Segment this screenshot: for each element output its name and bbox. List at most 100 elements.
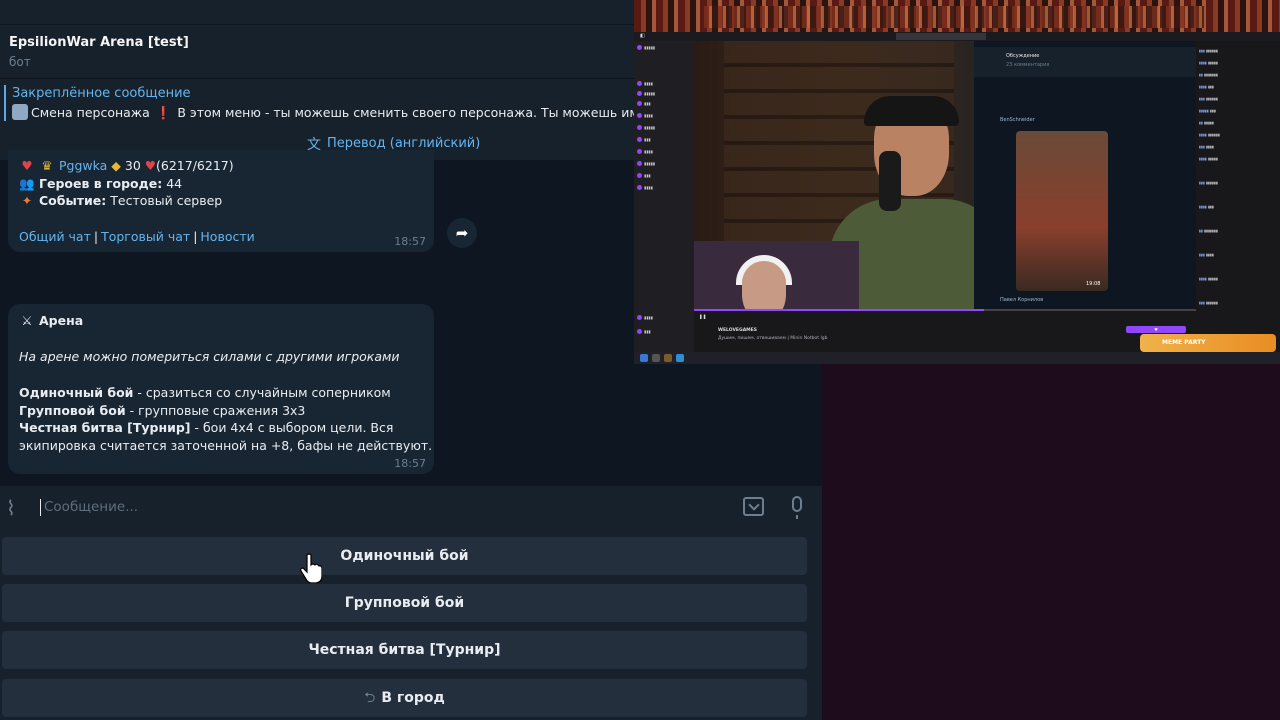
- event-line: ✦ Событие: Тестовый сервер: [19, 193, 222, 208]
- group-label: Групповой бой: [19, 403, 126, 418]
- sidebar-item[interactable]: ▮▮▮▮▮: [637, 161, 691, 168]
- group-line: Групповой бой - групповые сражения 3х3: [19, 403, 305, 418]
- chat-line: ▮▮▮▮ ▮▮▮▮▮: [1199, 61, 1218, 65]
- chat-subtitle: бот: [9, 55, 31, 69]
- followed-channels: ▮▮▮▮▮ ▮▮▮▮ ▮▮▮▮▮ ▮▮▮ ▮▮▮▮ ▮▮▮▮▮ ▮▮▮ ▮▮▮▮…: [634, 41, 694, 352]
- single-desc: - сразиться со случайным соперником: [133, 385, 391, 400]
- hp-heart-icon: ♥: [144, 158, 157, 173]
- people-icon: 👥: [19, 176, 35, 191]
- chat-line: ▮▮ ▮▮▮▮▮▮▮: [1199, 73, 1218, 77]
- sidebar-item[interactable]: ▮▮▮▮: [637, 113, 691, 120]
- message-arena: ⚔ Арена На арене можно помериться силами …: [8, 304, 434, 474]
- message-input[interactable]: Сообщение...: [44, 499, 138, 515]
- twitch-icon: ◧: [640, 33, 645, 39]
- taskbar: [634, 352, 1280, 364]
- taskbar-icon[interactable]: [664, 354, 672, 362]
- stream-video[interactable]: Обсуждение 23 комментария BenSchneider 1…: [694, 41, 1196, 309]
- stream-search[interactable]: [896, 33, 986, 40]
- translate-label[interactable]: 文 Перевод (английский): [307, 136, 481, 153]
- fair-battle-button[interactable]: Честная битва [Турнир]: [2, 631, 807, 669]
- sidebar-item[interactable]: ▮▮▮▮▮: [637, 91, 691, 98]
- event-label: Событие:: [39, 193, 107, 208]
- message-time: 18:57: [394, 457, 426, 470]
- sidebar-item[interactable]: ▮▮▮: [637, 329, 691, 336]
- taskbar-icon[interactable]: [676, 354, 684, 362]
- chat-line: ▮▮▮▮▮ ▮▮▮: [1199, 109, 1216, 113]
- chat-line: ▮▮▮▮ ▮▮▮▮▮▮: [1199, 133, 1220, 137]
- arena-title: Арена: [39, 313, 84, 328]
- phone-video-time: 19:08: [1086, 281, 1101, 287]
- sidebar-item[interactable]: ▮▮▮▮: [637, 315, 691, 322]
- single-label: Одиночный бой: [19, 385, 134, 400]
- single-battle-button[interactable]: Одиночный бой: [2, 537, 807, 575]
- translate-text: Перевод (английский): [327, 136, 481, 151]
- pinned-indicator: [4, 85, 6, 121]
- phone-photo: [1016, 131, 1108, 291]
- heroes-line: 👥 Героев в городе: 44: [19, 176, 182, 192]
- chat-line: ▮▮▮ ▮▮▮▮: [1199, 145, 1214, 149]
- microphone-icon[interactable]: [792, 496, 802, 519]
- general-chat-link[interactable]: Общий чат: [19, 229, 91, 244]
- taskbar-icon[interactable]: [652, 354, 660, 362]
- to-city-label: В город: [381, 690, 445, 706]
- hand-cursor-icon: [300, 553, 322, 583]
- sidebar-item[interactable]: ▮▮▮▮: [637, 81, 691, 88]
- heroes-label: Героев в городе:: [39, 176, 163, 191]
- heart-icon: ♥: [21, 158, 33, 173]
- message-time: 18:57: [394, 235, 426, 248]
- bot-keyboard-icon[interactable]: [743, 497, 764, 516]
- stream-title: Душим, пишем, отвешиваем | Minin Notbot …: [718, 336, 828, 341]
- single-line: Одиночный бой - сразиться со случайным с…: [19, 385, 391, 400]
- chat-line: ▮▮▮▮ ▮▮▮▮▮: [1199, 277, 1218, 281]
- chat-line: ▮▮▮ ▮▮▮▮▮▮: [1199, 49, 1218, 53]
- event-value: Тестовый сервер: [110, 193, 223, 208]
- phone-header-title: Обсуждение: [1006, 53, 1040, 59]
- sidebar-item[interactable]: ▮▮▮: [637, 137, 691, 144]
- sidebar-item[interactable]: ▮▮▮: [637, 173, 691, 180]
- paperclip-icon[interactable]: ⌇: [6, 496, 28, 520]
- chat-line: ▮▮▮▮ ▮▮▮: [1199, 85, 1214, 89]
- to-city-button[interactable]: ⮌ В город: [2, 679, 807, 717]
- chat-line: ▮▮▮▮ ▮▮▮▮▮: [1199, 157, 1218, 161]
- fair-desc: - бои 4х4 с выбором цели. Вся: [190, 420, 394, 435]
- stream-overlay: ◧ ▮▮▮▮▮ ▮▮▮▮ ▮▮▮▮▮ ▮▮▮ ▮▮▮▮ ▮▮▮▮▮ ▮▮▮ ▮▮…: [634, 0, 1280, 364]
- sidebar-item[interactable]: ▮▮▮: [637, 101, 691, 108]
- exclamation-icon: ❗: [155, 105, 172, 120]
- link-separator: |: [193, 229, 198, 244]
- link-separator: |: [93, 229, 99, 244]
- crossed-swords-icon: ⚔: [21, 313, 33, 328]
- chat-line: ▮▮▮ ▮▮▮▮▮▮: [1199, 181, 1218, 185]
- sidebar-item[interactable]: ▮▮▮▮: [637, 185, 691, 192]
- chat-title: EpsilionWar Arena [test]: [9, 35, 189, 50]
- webcam: [694, 241, 859, 309]
- chat-line: ▮▮▮ ▮▮▮▮: [1199, 253, 1214, 257]
- player-level: 30: [124, 158, 141, 173]
- sidebar-item[interactable]: ▮▮▮▮▮: [637, 45, 691, 52]
- meme-party-badge: MEME PARTY: [1140, 334, 1276, 352]
- event-icon: ✦: [21, 193, 33, 208]
- start-icon[interactable]: [640, 354, 648, 362]
- phone-header: Обсуждение 23 комментария: [974, 47, 1196, 77]
- forward-button[interactable]: ➦: [447, 218, 477, 248]
- carpet-background: [634, 0, 1280, 34]
- level-icon: ◆: [111, 158, 121, 173]
- phone-header-sub: 23 комментария: [1006, 62, 1050, 68]
- streamer-cap: [864, 96, 959, 126]
- player-name[interactable]: Pggwka: [59, 158, 107, 173]
- sidebar-item[interactable]: ▮▮▮▮: [637, 149, 691, 156]
- fair-label: Честная битва [Турнир]: [19, 420, 191, 435]
- stream-chat: ▮▮▮ ▮▮▮▮▮▮ ▮▮▮▮ ▮▮▮▮▮ ▮▮ ▮▮▮▮▮▮▮ ▮▮▮▮ ▮▮…: [1196, 41, 1280, 352]
- chat-line: ▮▮ ▮▮▮▮▮: [1199, 121, 1214, 125]
- pinned-text-name: Смена персонажа: [31, 105, 150, 120]
- playback-progress[interactable]: [694, 309, 1196, 311]
- news-link[interactable]: Новости: [200, 229, 254, 244]
- message-city-status: ♥ ♛ Pggwka ◆ 30 ♥(6217/6217) 👥 Героев в гор…: [8, 150, 434, 252]
- sidebar-item[interactable]: ▮▮▮▮▮: [637, 125, 691, 132]
- play-icon[interactable]: ❚❚: [699, 315, 707, 320]
- follow-button[interactable]: ♥: [1126, 326, 1186, 333]
- back-icon: ⮌: [364, 690, 376, 706]
- trade-chat-link[interactable]: Торговый чат: [101, 229, 190, 244]
- fair-line-2: экипировка считается заточенной на +8, б…: [19, 438, 433, 453]
- group-battle-button[interactable]: Групповой бой: [2, 584, 807, 622]
- channel-name[interactable]: WELOVEGAMES: [718, 328, 757, 333]
